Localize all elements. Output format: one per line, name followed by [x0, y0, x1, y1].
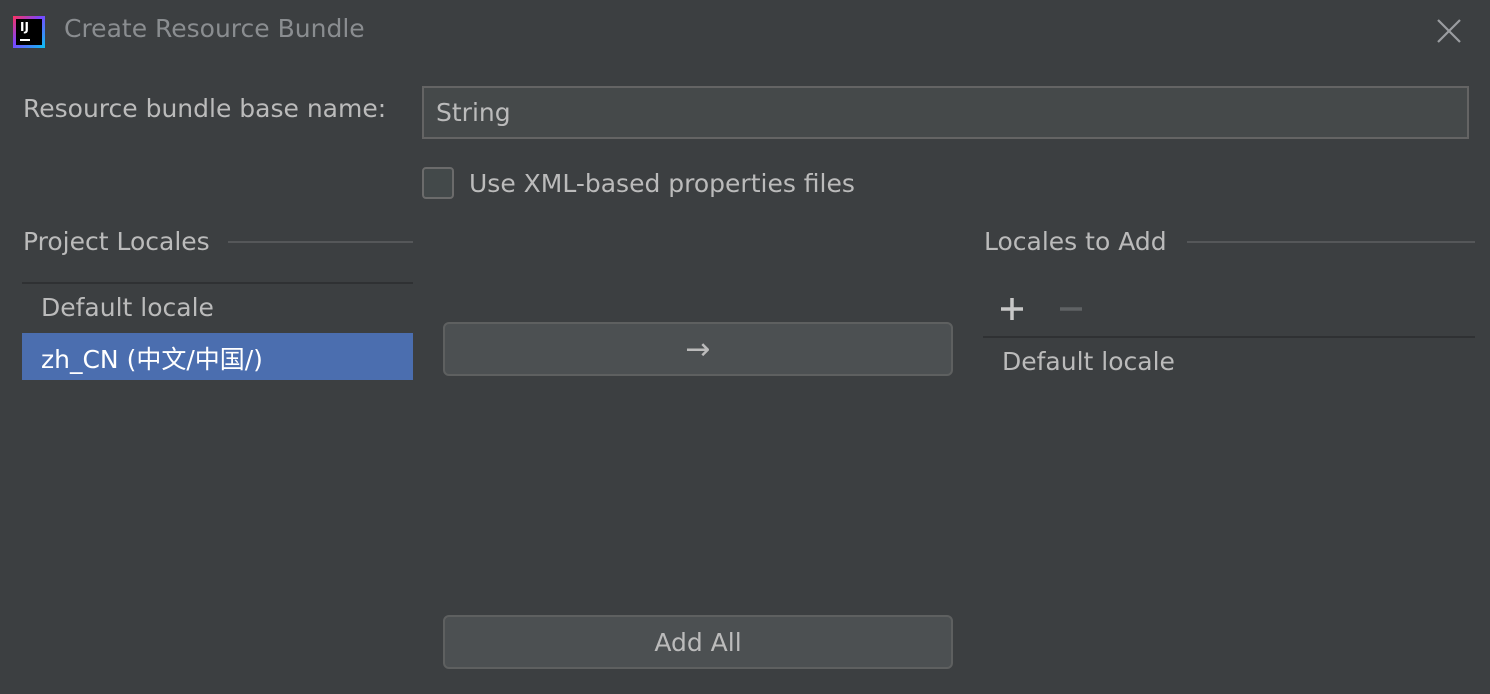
arrow-right-icon: →	[685, 331, 711, 367]
checkbox-box[interactable]	[422, 167, 454, 199]
locales-to-add-list-border	[983, 336, 1475, 338]
add-all-label: Add All	[654, 627, 742, 657]
project-locale-item-zh-cn[interactable]: zh_CN (中文/中国/)	[22, 333, 413, 380]
project-locales-list-border	[22, 282, 413, 284]
minus-icon[interactable]	[1056, 294, 1086, 324]
project-locales-title: Project Locales	[23, 227, 224, 256]
add-all-button[interactable]: Add All	[443, 615, 953, 669]
project-locale-item-default[interactable]: Default locale	[22, 286, 413, 333]
plus-icon[interactable]	[997, 294, 1027, 324]
window-title: Create Resource Bundle	[64, 14, 365, 43]
intellij-app-icon: IJ	[13, 16, 45, 48]
xml-properties-checkbox[interactable]: Use XML-based properties files	[422, 166, 855, 200]
app-icon-text: IJ	[20, 20, 29, 34]
base-name-input[interactable]	[422, 86, 1469, 139]
xml-checkbox-label: Use XML-based properties files	[469, 168, 855, 198]
locales-to-add-title: Locales to Add	[984, 227, 1181, 256]
move-locale-button[interactable]: →	[443, 322, 953, 376]
locales-to-add-separator	[1187, 241, 1475, 243]
create-resource-bundle-dialog: IJ Create Resource Bundle Resource bundl…	[0, 0, 1490, 694]
base-name-label: Resource bundle base name:	[23, 94, 387, 123]
title-bar: IJ Create Resource Bundle	[0, 0, 1490, 62]
locale-to-add-item-default[interactable]: Default locale	[983, 340, 1475, 387]
close-icon[interactable]	[1432, 14, 1466, 48]
project-locales-separator	[228, 241, 413, 243]
